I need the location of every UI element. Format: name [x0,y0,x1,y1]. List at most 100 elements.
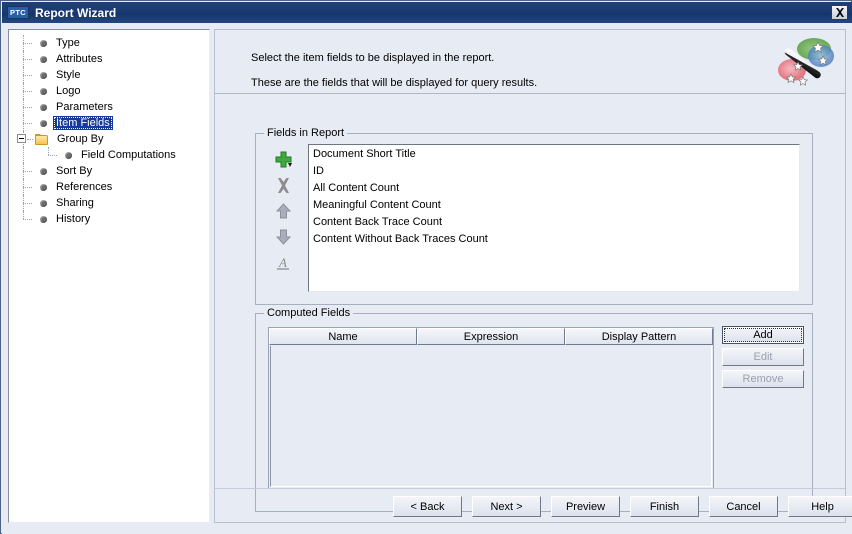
close-button[interactable] [831,5,848,20]
move-field-up-button[interactable] [270,198,296,224]
bullet-icon [40,119,47,127]
remove-computed-field-button[interactable]: Remove [722,370,804,388]
rename-field-icon: A [277,255,289,270]
bullet-icon [40,71,47,79]
tree-guide [23,203,32,204]
tree-item-label: Group By [57,133,104,145]
add-field-icon [275,151,292,167]
tree-item-label: Field Computations [81,149,176,161]
tree-item-sharing[interactable]: Sharing [9,195,209,211]
title-bar: PTC Report Wizard [2,2,852,23]
tree-item-logo[interactable]: Logo [9,83,209,99]
wizard-step-tree[interactable]: Type Attributes Style Logo Parameters It… [8,29,210,523]
tree-guide [23,123,32,124]
preview-button[interactable]: Preview [551,496,620,517]
list-item[interactable]: Meaningful Content Count [309,197,799,214]
tree-guide [23,43,32,44]
tree-item-label: Sort By [56,165,93,177]
tree-item-label: References [56,181,113,193]
wizard-page: Select the item fields to be displayed i… [214,29,852,523]
close-icon [835,8,844,17]
tree-expander-collapse-icon[interactable] [17,134,26,143]
window-content: Type Attributes Style Logo Parameters It… [2,23,852,534]
move-field-down-button[interactable] [270,224,296,250]
computed-fields-title: Computed Fields [264,307,354,319]
arrow-up-icon [275,203,291,219]
tree-item-field-computations[interactable]: Field Computations [9,147,209,163]
tree-item-type[interactable]: Type [9,35,209,51]
instruction-line-1: Select the item fields to be displayed i… [251,52,495,64]
remove-field-button[interactable] [270,172,296,198]
bullet-icon [40,215,47,223]
folder-icon [35,133,49,145]
column-header-display-pattern[interactable]: Display Pattern [565,328,713,345]
button-label: Edit [753,351,773,363]
tree-item-sort-by[interactable]: Sort By [9,163,209,179]
tree-item-label: History [56,213,91,225]
tree-item-label: Item Fields [53,116,113,130]
instruction-line-2: These are the fields that will be displa… [251,77,538,89]
bullet-icon [40,103,47,111]
help-button[interactable]: Help [788,496,852,517]
svg-text:A: A [278,255,287,270]
list-item[interactable]: Content Without Back Traces Count [309,231,799,248]
column-header-expression[interactable]: Expression [417,328,565,345]
rename-field-button[interactable]: A [270,250,296,276]
tree-item-item-fields[interactable]: Item Fields [9,115,209,131]
bullet-icon [40,39,47,47]
tree-guide [48,155,57,156]
list-item[interactable]: ID [309,163,799,180]
window-title: Report Wizard [35,5,117,20]
edit-computed-field-button[interactable]: Edit [722,348,804,366]
tree-guide [23,59,32,60]
tree-guide [23,91,32,92]
next-button[interactable]: Next > [472,496,541,517]
column-header-name[interactable]: Name [269,328,417,345]
tree-item-history[interactable]: History [9,211,209,227]
tree-guide [27,139,33,140]
computed-fields-group: Computed Fields Name Expression Display … [255,307,813,512]
add-field-button[interactable] [270,146,296,172]
add-computed-field-button[interactable]: Add [722,326,804,344]
wizard-footer: < Back Next > Preview Finish Cancel Help [215,488,852,522]
bullet-icon [40,199,47,207]
list-item[interactable]: Content Back Trace Count [309,214,799,231]
tree-item-group-by[interactable]: Group By [9,131,209,147]
tree-item-parameters[interactable]: Parameters [9,99,209,115]
tree-item-label: Style [56,69,81,81]
finish-button[interactable]: Finish [630,496,699,517]
fields-in-report-list[interactable]: Document Short Title ID All Content Coun… [308,144,800,292]
fields-toolbar: A [268,146,298,286]
tree-item-label: Type [56,37,80,49]
cancel-button[interactable]: Cancel [709,496,778,517]
button-label: Remove [742,373,784,385]
magic-wand-icon [778,38,834,86]
list-item[interactable]: All Content Count [309,180,799,197]
fields-in-report-title: Fields in Report [264,127,348,139]
tree-root: Type Attributes Style Logo Parameters It… [9,30,209,227]
tree-item-style[interactable]: Style [9,67,209,83]
bullet-icon [40,87,47,95]
bullet-icon [40,183,47,191]
tree-guide [23,75,32,76]
computed-fields-table: Name Expression Display Pattern [268,327,714,489]
tree-item-attributes[interactable]: Attributes [9,51,209,67]
report-wizard-window: PTC Report Wizard Type Attributes Style … [0,0,852,534]
tree-item-label: Sharing [56,197,94,209]
tree-item-label: Parameters [56,101,113,113]
tree-guide [23,171,32,172]
table-body-empty[interactable] [270,346,712,487]
page-header: Select the item fields to be displayed i… [215,30,845,94]
focus-ring [724,328,802,342]
remove-field-icon [277,177,289,193]
list-item[interactable]: Document Short Title [309,146,799,163]
tree-guide [23,107,32,108]
back-button[interactable]: < Back [393,496,462,517]
tree-guide [48,147,49,155]
tree-item-label: Attributes [56,53,103,65]
bullet-icon [65,151,72,159]
tree-item-references[interactable]: References [9,179,209,195]
ptc-logo-icon: PTC [7,6,29,19]
tree-guide [23,187,32,188]
table-header-row: Name Expression Display Pattern [269,328,713,345]
